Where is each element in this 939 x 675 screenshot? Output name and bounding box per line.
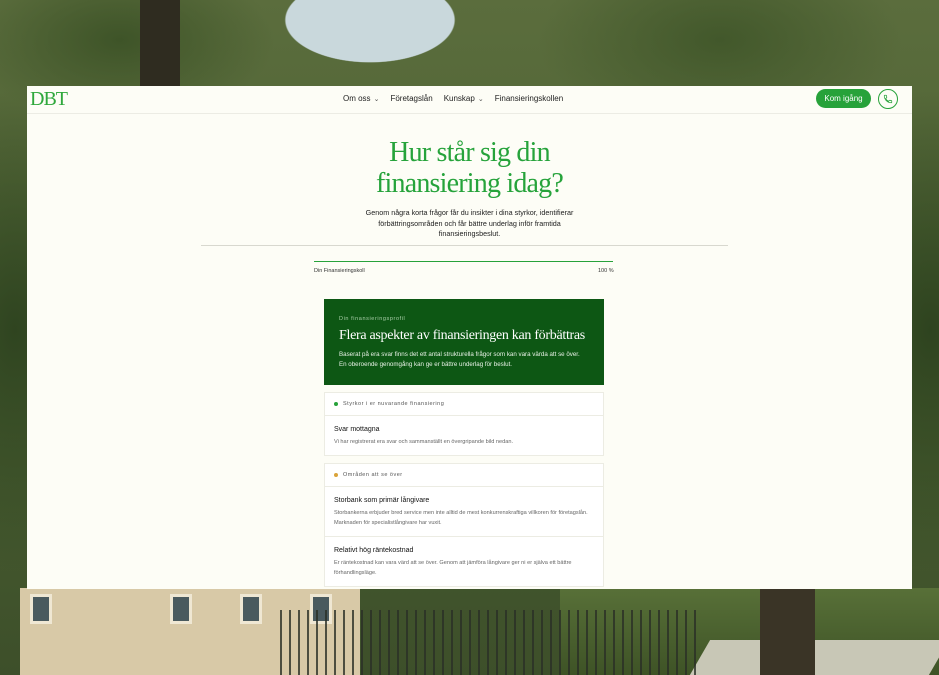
profile-title: Flera aspekter av finansieringen kan för… [339, 328, 585, 343]
list-item: Relativt hög räntekostnad Er räntekostna… [325, 537, 603, 586]
strengths-heading: Styrkor i er nuvarande finansiering [325, 393, 603, 416]
phone-button[interactable] [878, 89, 898, 109]
building-window [170, 594, 192, 624]
nav-item-label: Kunskap [443, 94, 475, 103]
top-navigation: DBT Om oss ⌄ Företagslån Kunskap ⌄ Finan… [27, 86, 912, 114]
list-item: Svar mottagna Vi har registrerat era sva… [325, 416, 603, 455]
nav-item-label: Om oss [343, 94, 371, 103]
status-dot-icon [334, 402, 338, 406]
progress-bar [314, 261, 613, 262]
page-title-line: finansiering idag? [376, 168, 564, 199]
nav-item-foretagslan[interactable]: Företagslån [390, 94, 432, 103]
website-window: DBT Om oss ⌄ Företagslån Kunskap ⌄ Finan… [27, 86, 912, 589]
item-title: Relativt hög räntekostnad [334, 547, 414, 554]
areas-heading-label: Områden att se över [343, 472, 403, 478]
nav-item-om-oss[interactable]: Om oss ⌄ [343, 94, 379, 103]
chevron-down-icon: ⌄ [373, 95, 380, 103]
profile-description: Baserat på era svar finns det ett antal … [339, 351, 580, 368]
item-title: Storbank som primär långivare [334, 497, 430, 504]
progress-label: Din Finansieringskoll [314, 268, 365, 274]
profile-kicker: Din finansieringsprofil [339, 316, 406, 322]
building-window [240, 594, 262, 624]
item-text: Er räntekostnad kan vara värd att se öve… [334, 560, 572, 576]
divider [201, 245, 728, 246]
nav-item-finansieringskollen[interactable]: Finansieringskollen [495, 94, 563, 103]
page-subtitle: Genom några korta frågor får du insikter… [365, 208, 574, 238]
nav-item-label: Finansieringskollen [494, 94, 564, 103]
get-started-button[interactable]: Kom igång [816, 89, 871, 108]
building-window [30, 594, 52, 624]
nav-menu: Om oss ⌄ Företagslån Kunskap ⌄ Finansier… [343, 94, 563, 103]
profile-summary-card: Din finansieringsprofil Flera aspekter a… [324, 299, 604, 385]
page-title: Hur står sig din finansiering idag? [27, 137, 912, 199]
item-title: Svar mottagna [334, 426, 380, 433]
areas-heading: Områden att se över [325, 464, 603, 487]
nav-item-label: Företagslån [390, 94, 433, 103]
progress-value: 100 % [598, 268, 614, 274]
tree-trunk [760, 588, 815, 675]
progress-fill [314, 261, 613, 262]
list-item: Storbank som primär långivare Storbanker… [325, 487, 603, 537]
tree-trunk [140, 0, 180, 86]
item-text: Vi har registrerat era svar och sammanst… [334, 439, 513, 445]
phone-icon [883, 94, 893, 104]
page-title-line: Hur står sig din [389, 137, 550, 168]
nav-item-kunskap[interactable]: Kunskap ⌄ [444, 94, 484, 103]
chevron-down-icon: ⌄ [477, 95, 484, 103]
strengths-heading-label: Styrkor i er nuvarande finansiering [343, 401, 445, 407]
strengths-card: Styrkor i er nuvarande finansiering Svar… [324, 392, 604, 456]
areas-card: Områden att se över Storbank som primär … [324, 463, 604, 587]
status-dot-icon [334, 473, 338, 477]
logo[interactable]: DBT [30, 88, 68, 111]
item-text: Storbankerna erbjuder bred service men i… [334, 510, 588, 526]
background-fence [280, 610, 700, 675]
